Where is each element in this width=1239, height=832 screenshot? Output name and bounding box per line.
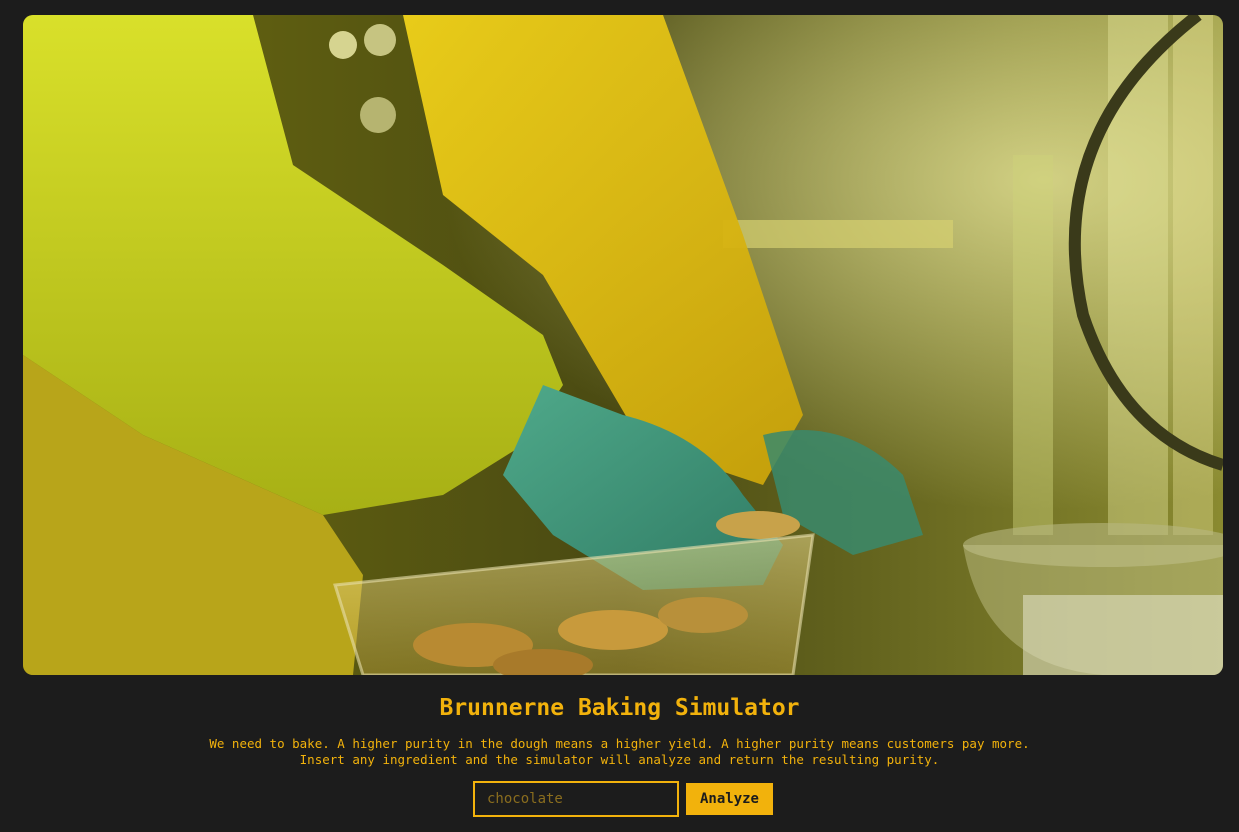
ingredient-input[interactable] <box>473 781 679 817</box>
hero-illustration <box>23 15 1223 675</box>
hero-image <box>23 15 1223 675</box>
ingredient-form: Analyze <box>473 781 773 817</box>
page: Brunnerne Baking Simulator We need to ba… <box>0 0 1239 832</box>
intro-text: We need to bake. A higher purity in the … <box>0 736 1239 768</box>
intro-line-1: We need to bake. A higher purity in the … <box>209 736 1030 751</box>
analyze-button[interactable]: Analyze <box>686 783 773 815</box>
intro-line-2: Insert any ingredient and the simulator … <box>299 752 940 767</box>
page-title: Brunnerne Baking Simulator <box>439 695 800 721</box>
